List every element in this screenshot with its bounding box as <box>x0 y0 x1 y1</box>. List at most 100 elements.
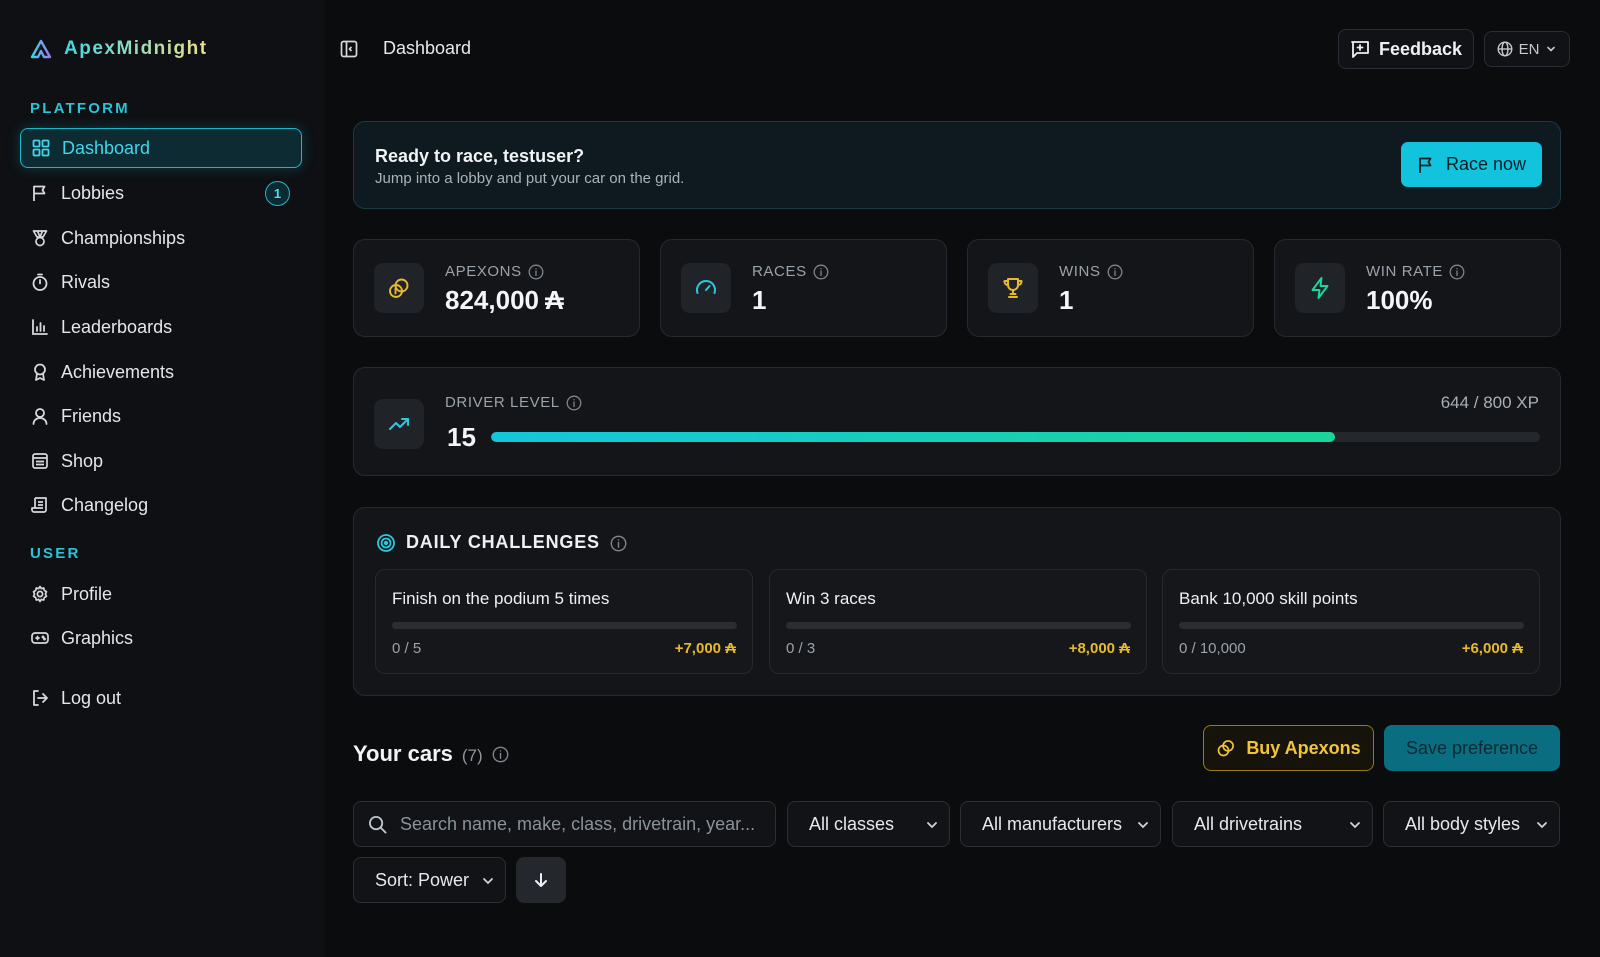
search-icon <box>368 815 387 834</box>
race-now-button[interactable]: Race now <box>1401 142 1542 187</box>
brand[interactable]: ApexMidnight <box>30 38 208 60</box>
sidebar-toggle-icon[interactable] <box>340 40 358 58</box>
challenge-progress: 0 / 10,000 <box>1179 640 1246 657</box>
logout-button[interactable]: Log out <box>20 678 302 718</box>
award-icon <box>31 363 49 381</box>
stat-card-win-rate: WIN RATE 100% <box>1274 239 1561 337</box>
challenge-progress-bar <box>1179 622 1524 629</box>
challenge-reward: +6,000 ₳ <box>1461 640 1523 657</box>
your-cars-title: Your cars <box>353 741 453 766</box>
gamepad-icon <box>31 629 49 647</box>
class-filter-value: All classes <box>809 813 895 834</box>
challenge-progress: 0 / 5 <box>392 640 422 657</box>
info-icon[interactable] <box>528 264 544 280</box>
challenge-card: Win 3 races 0 / 3 +8,000 ₳ <box>769 569 1147 674</box>
sidebar-item-achievements[interactable]: Achievements <box>20 352 302 392</box>
stat-value: 1 <box>752 285 767 315</box>
daily-challenges-title: DAILY CHALLENGES <box>406 532 600 552</box>
grid-icon <box>32 139 50 157</box>
platform-section-label: PLATFORM <box>30 100 130 117</box>
sidebar-item-label: Changelog <box>61 494 149 515</box>
race-now-label: Race now <box>1445 154 1527 174</box>
car-search-field[interactable] <box>353 801 776 847</box>
car-search-input[interactable] <box>400 813 770 835</box>
challenge-card: Bank 10,000 skill points 0 / 10,000 +6,0… <box>1162 569 1540 674</box>
apexon-currency-symbol: ₳ <box>544 285 564 315</box>
coins-icon <box>1216 738 1236 758</box>
your-cars-heading: Your cars (7) <box>353 741 509 767</box>
sidebar-item-profile[interactable]: Profile <box>20 574 302 614</box>
medal-icon <box>31 229 49 247</box>
store-icon <box>31 452 49 470</box>
stat-card-wins: WINS 1 <box>967 239 1254 337</box>
language-code: EN <box>1518 40 1540 58</box>
sidebar-item-label: Friends <box>61 405 122 426</box>
stat-card-races: RACES 1 <box>660 239 947 337</box>
language-select[interactable]: EN <box>1484 31 1570 67</box>
page-title: Dashboard <box>383 38 472 58</box>
sidebar-item-championships[interactable]: Championships <box>20 218 302 258</box>
drivetrain-filter-select[interactable]: All drivetrains <box>1172 801 1373 847</box>
xp-progress-bar <box>491 432 1540 442</box>
stat-value: 824,000 ₳ <box>445 285 564 315</box>
sidebar-item-graphics[interactable]: Graphics <box>20 618 302 658</box>
target-icon <box>376 533 396 553</box>
info-icon[interactable] <box>1107 264 1123 280</box>
chevron-down-icon <box>1535 818 1549 832</box>
info-icon[interactable] <box>492 746 509 763</box>
save-preference-button[interactable]: Save preference <box>1384 725 1560 771</box>
manufacturer-filter-value: All manufacturers <box>982 813 1123 834</box>
sidebar-item-changelog[interactable]: Changelog <box>20 485 302 525</box>
challenge-progress-bar <box>392 622 737 629</box>
info-icon[interactable] <box>610 535 627 551</box>
stat-value: 1 <box>1059 285 1074 315</box>
sidebar-item-label: Rivals <box>61 271 111 292</box>
sort-select[interactable]: Sort: Power <box>353 857 506 903</box>
stat-label: RACES <box>752 263 829 280</box>
hero-subtitle: Jump into a lobby and put your car on th… <box>375 170 685 187</box>
apex-logo-icon <box>30 39 52 59</box>
lightning-icon <box>1295 263 1345 313</box>
buy-apexons-button[interactable]: Buy Apexons <box>1203 725 1374 771</box>
sidebar-item-friends[interactable]: Friends <box>20 396 302 436</box>
flag-icon <box>31 184 49 202</box>
stat-card-apexons: APEXONS 824,000 ₳ <box>353 239 640 337</box>
coins-icon <box>374 263 424 313</box>
sidebar-item-rivals[interactable]: Rivals <box>20 262 302 302</box>
flag-icon <box>1417 156 1435 174</box>
challenge-title: Bank 10,000 skill points <box>1179 589 1358 608</box>
class-filter-select[interactable]: All classes <box>787 801 950 847</box>
challenge-card: Finish on the podium 5 times 0 / 5 +7,00… <box>375 569 753 674</box>
sidebar-item-leaderboards[interactable]: Leaderboards <box>20 307 302 347</box>
sidebar-item-label: Shop <box>61 450 104 471</box>
challenge-progress: 0 / 3 <box>786 640 816 657</box>
buy-apexons-label: Buy Apexons <box>1246 737 1361 758</box>
sidebar-item-dashboard[interactable]: Dashboard <box>20 128 302 168</box>
info-icon[interactable] <box>813 264 829 280</box>
sidebar-item-label: Dashboard <box>62 137 151 158</box>
drivetrain-filter-value: All drivetrains <box>1194 813 1303 834</box>
feedback-button[interactable]: Feedback <box>1338 29 1474 69</box>
sidebar-item-label: Lobbies <box>61 182 125 203</box>
driver-level-card: DRIVER LEVEL 15 644 / 800 XP <box>353 367 1561 476</box>
sidebar-item-label: Leaderboards <box>61 316 173 337</box>
challenge-title: Win 3 races <box>786 589 876 608</box>
info-icon[interactable] <box>566 395 582 411</box>
info-icon[interactable] <box>1449 264 1465 280</box>
trophy-icon <box>988 263 1038 313</box>
user-section-label: USER <box>30 545 81 562</box>
driver-level-value: 15 <box>447 422 476 452</box>
trending-up-icon <box>374 399 424 449</box>
sort-direction-button[interactable] <box>516 857 566 903</box>
manufacturer-filter-select[interactable]: All manufacturers <box>960 801 1161 847</box>
brand-name: ApexMidnight <box>64 38 208 59</box>
sidebar-item-label: Profile <box>61 583 113 604</box>
sidebar-item-lobbies[interactable]: Lobbies 1 <box>20 173 302 213</box>
feedback-label: Feedback <box>1378 38 1463 59</box>
ready-to-race-banner: Ready to race, testuser? Jump into a lob… <box>353 121 1561 209</box>
daily-challenges-card: DAILY CHALLENGES Finish on the podium 5 … <box>353 507 1561 696</box>
challenge-reward: +7,000 ₳ <box>674 640 736 657</box>
body-style-filter-select[interactable]: All body styles <box>1383 801 1560 847</box>
sort-value: Sort: Power <box>375 869 470 890</box>
sidebar-item-shop[interactable]: Shop <box>20 441 302 481</box>
